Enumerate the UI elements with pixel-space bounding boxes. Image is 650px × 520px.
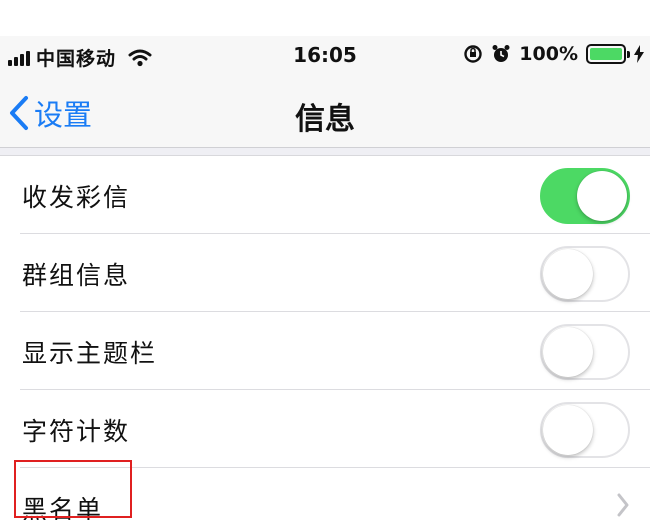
toggle-knob	[577, 171, 627, 221]
toggle-knob	[543, 327, 593, 377]
subject-field-toggle[interactable]	[540, 324, 630, 380]
setting-label: 黑名单	[22, 495, 104, 520]
toggle-knob	[543, 249, 593, 299]
battery-fill	[590, 48, 622, 60]
settings-list: 收发彩信 群组信息 显示主题栏 字符计数 黑名单	[0, 156, 650, 520]
setting-row-character-count: 字符计数	[0, 390, 650, 468]
character-count-toggle[interactable]	[540, 402, 630, 458]
setting-label: 收发彩信	[22, 183, 131, 212]
messages-settings-screen: 中国移动 16:05 100% 设置 信息 收发彩信 群组信息 显示主题栏 字符…	[0, 0, 650, 520]
chevron-right-icon	[617, 493, 629, 517]
setting-label: 字符计数	[22, 417, 131, 446]
battery-percent: 100%	[519, 43, 578, 65]
status-right: 100%	[463, 43, 644, 65]
toggle-knob	[543, 405, 593, 455]
charging-icon	[634, 45, 644, 63]
setting-row-mms: 收发彩信	[0, 156, 650, 234]
setting-label: 显示主题栏	[22, 339, 158, 368]
navigation-bar: 设置 信息	[0, 76, 650, 148]
setting-row-blocked[interactable]: 黑名单	[0, 468, 650, 520]
alarm-icon	[492, 45, 510, 62]
setting-row-subject-field: 显示主题栏	[0, 312, 650, 390]
battery-icon	[586, 44, 630, 64]
page-title: 信息	[295, 102, 355, 137]
group-messaging-toggle[interactable]	[540, 246, 630, 302]
lock-rotation-icon	[464, 45, 482, 63]
setting-label: 群组信息	[22, 261, 131, 290]
status-bar: 中国移动 16:05 100%	[0, 36, 650, 76]
setting-row-group-messaging: 群组信息	[0, 234, 650, 312]
mms-toggle[interactable]	[540, 168, 630, 224]
section-gap	[0, 148, 650, 156]
top-margin	[0, 0, 650, 36]
